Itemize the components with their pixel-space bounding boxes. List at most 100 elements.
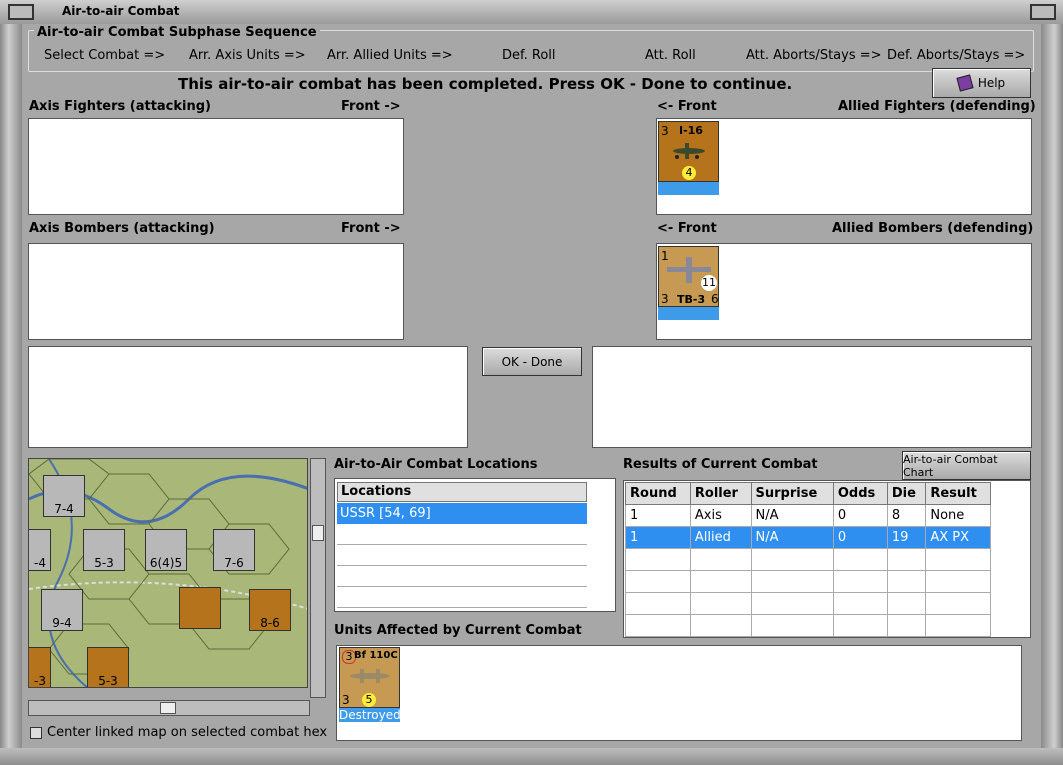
table-row xyxy=(625,548,991,571)
cell: Axis xyxy=(689,504,752,527)
window-close-button[interactable] xyxy=(1030,4,1056,20)
location-row-1[interactable]: USSR [54, 69] xyxy=(337,503,587,524)
locations-empty-rows xyxy=(337,524,587,609)
axis-bombers-box[interactable] xyxy=(28,243,404,340)
ok-done-button[interactable]: OK - Done xyxy=(482,347,582,376)
axis-fighters-front: Front -> xyxy=(341,99,401,114)
map-unit-6-value: 8-6 xyxy=(260,616,280,630)
map-unit-9-value: -3 xyxy=(34,674,46,688)
affected-units-box[interactable] xyxy=(336,645,1022,741)
i16-selection-bar xyxy=(658,182,719,195)
results-table: Round Roller Surprise Odds Die Result 1 … xyxy=(625,482,991,637)
map-unit-7-value: 5-3 xyxy=(98,674,118,688)
map-unit-4[interactable]: 7-6 xyxy=(213,529,255,571)
table-row[interactable]: 1 Axis N/A 0 8 None xyxy=(625,504,991,527)
map-unit-2[interactable]: 5-3 xyxy=(83,529,125,571)
tb3-name: TB-3 xyxy=(677,293,706,306)
map-unit-3[interactable]: 6(4)5 xyxy=(145,529,187,571)
attacker-info-box xyxy=(28,346,468,448)
table-row xyxy=(625,614,991,637)
air-combat-chart-button[interactable]: Air-to-air Combat Chart xyxy=(902,451,1031,480)
tb3-circle: 11 xyxy=(701,275,717,291)
step-arr-axis-units: Arr. Axis Units => xyxy=(189,48,306,63)
step-def-aborts: Def. Aborts/Stays => xyxy=(887,48,1026,63)
allied-bombers-label: Allied Bombers (defending) xyxy=(832,221,1034,236)
results-title: Results of Current Combat xyxy=(623,457,818,472)
bf110-name: Bf 110C xyxy=(354,650,398,661)
col-surprise[interactable]: Surprise xyxy=(750,482,834,505)
i16-top-left: 3 xyxy=(661,124,669,138)
bf110-bottom-left: 3 xyxy=(342,693,350,707)
allied-fighters-label: Allied Fighters (defending) xyxy=(838,99,1036,114)
col-odds[interactable]: Odds xyxy=(832,482,888,505)
axis-fighters-box[interactable] xyxy=(28,118,404,215)
map-unit-6[interactable]: 8-6 xyxy=(249,589,291,631)
map-unit-8[interactable]: -4 xyxy=(29,529,51,571)
tb3-selection-bar xyxy=(658,307,719,320)
map-unit-4-value: 7-6 xyxy=(224,556,244,570)
center-map-label: Center linked map on selected combat hex xyxy=(47,725,328,740)
map-unit-7[interactable]: 5-3 xyxy=(87,647,129,688)
col-result[interactable]: Result xyxy=(925,482,991,505)
frame-right xyxy=(1041,24,1063,765)
linked-map[interactable]: 7-4 5-3 6(4)5 7-6 9-4 8-6 5-3 -4 -3 xyxy=(28,458,308,688)
bf110-circle: 5 xyxy=(362,693,376,707)
tb3-bottom-left: 3 xyxy=(661,292,669,306)
frame-bottom xyxy=(0,748,1063,765)
affected-title: Units Affected by Current Combat xyxy=(334,623,582,638)
i16-name: I-16 xyxy=(679,124,703,137)
bf110-status: Destroyed xyxy=(339,708,401,722)
tb3-bottom-right: 6 xyxy=(711,292,719,306)
cell: 1 xyxy=(625,504,691,527)
locations-list[interactable]: Locations USSR [54, 69] xyxy=(334,478,616,612)
cell: 19 xyxy=(886,526,927,549)
center-map-checkbox[interactable] xyxy=(30,727,42,739)
col-die[interactable]: Die xyxy=(886,482,927,505)
status-message: This air-to-air combat has been complete… xyxy=(178,75,793,93)
map-vertical-scrollbar[interactable] xyxy=(310,458,326,698)
sequence-title: Air-to-air Combat Subphase Sequence xyxy=(34,25,320,40)
table-row xyxy=(625,592,991,615)
map-unit-9[interactable]: -3 xyxy=(29,647,51,688)
help-book-icon xyxy=(956,74,974,92)
cell: None xyxy=(925,504,991,527)
map-horizontal-thumb[interactable] xyxy=(160,702,176,714)
cell: N/A xyxy=(750,504,834,527)
locations-header[interactable]: Locations xyxy=(337,482,587,502)
table-row xyxy=(625,570,991,593)
help-button[interactable]: Help xyxy=(932,68,1031,98)
map-unit-1-value: 7-4 xyxy=(54,502,74,516)
map-combat-hex-unit[interactable] xyxy=(179,587,221,629)
plane-icon xyxy=(350,669,390,683)
map-vertical-thumb[interactable] xyxy=(312,525,324,541)
help-label: Help xyxy=(977,76,1006,90)
map-unit-2-value: 5-3 xyxy=(94,556,114,570)
table-row[interactable]: 1 Allied N/A 0 19 AX PX xyxy=(625,526,991,549)
defender-info-box xyxy=(592,346,1032,448)
i16-bottom: 4 xyxy=(682,166,696,180)
map-unit-3-value: 6(4)5 xyxy=(149,556,183,570)
col-roller[interactable]: Roller xyxy=(689,482,752,505)
map-unit-8-value: -4 xyxy=(34,556,46,570)
allied-bombers-front: <- Front xyxy=(657,221,717,236)
axis-bombers-front: Front -> xyxy=(341,221,401,236)
plane-icon xyxy=(673,143,705,159)
locations-title: Air-to-Air Combat Locations xyxy=(334,457,538,472)
bf110-counter[interactable]: 3 Bf 110C 3 5 xyxy=(339,647,400,708)
map-unit-5[interactable]: 9-4 xyxy=(41,589,83,631)
cell: 1 xyxy=(625,526,691,549)
step-arr-allied-units: Arr. Allied Units => xyxy=(327,48,453,63)
step-att-aborts: Att. Aborts/Stays => xyxy=(746,48,882,63)
results-table-box[interactable]: Round Roller Surprise Odds Die Result 1 … xyxy=(623,480,1031,638)
map-unit-5-value: 9-4 xyxy=(52,616,72,630)
step-def-roll: Def. Roll xyxy=(502,48,556,63)
axis-bombers-label: Axis Bombers (attacking) xyxy=(29,221,215,236)
map-unit-1[interactable]: 7-4 xyxy=(43,475,85,517)
step-select-combat: Select Combat => xyxy=(44,48,166,63)
tb3-counter[interactable]: 1 11 3 TB-3 6 xyxy=(658,246,719,307)
i16-counter[interactable]: 3 I-16 4 xyxy=(658,121,719,182)
frame-left xyxy=(0,24,22,765)
window-menu-button[interactable] xyxy=(8,4,34,20)
allied-fighters-front: <- Front xyxy=(657,99,717,114)
col-round[interactable]: Round xyxy=(625,482,691,505)
